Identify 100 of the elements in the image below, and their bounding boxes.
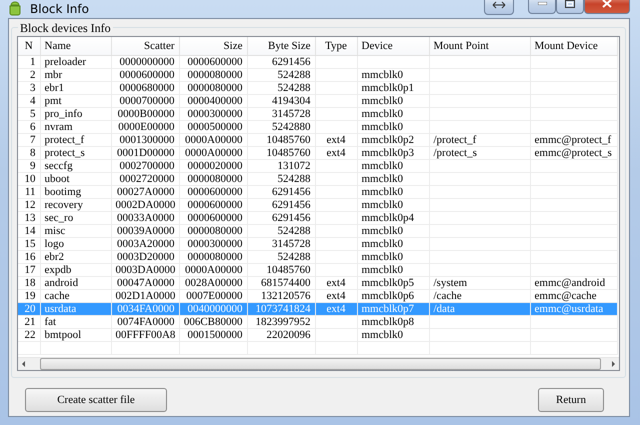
table-row[interactable]: 16 ebr2 0003D20000 0000080000 524288 mmcblk0 <box>18 250 617 264</box>
column-header[interactable]: Byte Size <box>247 37 315 56</box>
column-header[interactable]: N <box>18 37 40 56</box>
table-cell: 0000600000 <box>179 212 247 224</box>
table-cell: 10485760 <box>247 134 315 146</box>
table-cell: 17 <box>18 264 40 276</box>
table-row[interactable]: 5 pro_info 0000B00000 0000300000 3145728 mmcblk0 <box>18 108 617 120</box>
table-cell: 9 <box>18 160 40 172</box>
return-button[interactable]: Return <box>538 388 604 412</box>
table-cell: 0000300000 <box>179 108 247 120</box>
table-cell: 16 <box>18 250 40 264</box>
table-cell: 6291456 <box>247 198 315 212</box>
column-header[interactable]: Device <box>357 37 429 56</box>
table-row[interactable]: 22 bmtpool 00FFFF00A8 0001500000 22020096 mmcblk0 <box>18 328 617 342</box>
table-row[interactable]: 12 recovery 0002DA0000 0000600000 6291456 mmcblk0 <box>18 198 617 212</box>
table-cell: mmcblk0 <box>357 172 429 186</box>
table-cell: 21 <box>18 316 40 328</box>
table-cell: ext4 <box>315 146 357 160</box>
table-cell: 0000080000 <box>179 82 247 94</box>
table-row[interactable]: 14 misc 00039A0000 0000080000 524288 mmcblk0 <box>18 224 617 238</box>
table-cell: mmcblk0 <box>357 108 429 120</box>
table-cell: mmcblk0 <box>357 238 429 250</box>
table-cell: protect_s <box>40 146 111 160</box>
table-cell: 006CB80000 <box>179 316 247 328</box>
table-cell: 3145728 <box>247 238 315 250</box>
table-cell: mbr <box>40 68 111 82</box>
table-row[interactable]: 18 android 00047A0000 0028A00000 681574400 ext4 mmcblk0p5 /system emmc@android <box>18 276 617 290</box>
table-cell: 0000080000 <box>179 172 247 186</box>
table-cell: mmcblk0 <box>357 160 429 172</box>
double-arrow-icon <box>492 1 506 9</box>
table-cell: mmcblk0 <box>357 186 429 198</box>
table-cell: /protect_s <box>429 146 530 160</box>
table-row[interactable]: 2 mbr 0000600000 0000080000 524288 mmcblk0 <box>18 68 617 82</box>
table-row[interactable]: 10 uboot 0002720000 0000080000 524288 mmcblk0 <box>18 172 617 186</box>
table-cell: 0028A00000 <box>179 276 247 290</box>
table-cell: 0040000000 <box>179 302 247 316</box>
table-cell: 20 <box>18 302 40 316</box>
table-row[interactable]: 13 sec_ro 00033A0000 0000600000 6291456 mmcblk0p4 <box>18 212 617 224</box>
table-cell: 2 <box>18 68 40 82</box>
table-row[interactable]: 6 nvram 0000E00000 0000500000 5242880 mmcblk0 <box>18 120 617 134</box>
table-cell: 0002DA0000 <box>111 198 179 212</box>
table-cell: 5 <box>18 108 40 120</box>
table-row[interactable]: 11 bootimg 00027A0000 0000600000 6291456 mmcblk0 <box>18 186 617 198</box>
table-cell: 681574400 <box>247 276 315 290</box>
table-cell: 524288 <box>247 68 315 82</box>
table-row[interactable]: 9 seccfg 0002700000 0000020000 131072 mmcblk0 <box>18 160 617 172</box>
table-row[interactable]: 8 protect_s 0001D00000 0000A00000 10485760 ext4 mmcblk0p3 /protect_s emmc@protect_s <box>18 146 617 160</box>
table-cell: 524288 <box>247 82 315 94</box>
table-cell: sec_ro <box>40 212 111 224</box>
table-cell: mmcblk0p3 <box>357 146 429 160</box>
table-cell: 4 <box>18 94 40 108</box>
column-header[interactable]: Type <box>315 37 357 56</box>
maximize-icon <box>565 0 575 8</box>
table-cell: 6291456 <box>247 186 315 198</box>
table-cell: 6291456 <box>247 56 315 68</box>
column-header[interactable]: Mount Device <box>530 37 617 56</box>
table-cell: 0000080000 <box>179 68 247 82</box>
table-cell: mmcblk0 <box>357 224 429 238</box>
table-cell: 10485760 <box>247 146 315 160</box>
table-cell: 5242880 <box>247 120 315 134</box>
minimize-button[interactable] <box>528 0 556 14</box>
close-button[interactable] <box>584 0 630 14</box>
table-cell: 22 <box>18 328 40 342</box>
table-cell: 0000500000 <box>179 120 247 134</box>
table-row[interactable]: 4 pmt 0000700000 0000400000 4194304 mmcblk0 <box>18 94 617 108</box>
table-cell: uboot <box>40 172 111 186</box>
minimize-icon <box>538 2 546 5</box>
app-icon <box>8 1 22 17</box>
table-cell: 0003DA0000 <box>111 264 179 276</box>
column-header[interactable]: Name <box>40 37 111 56</box>
maximize-button[interactable] <box>556 0 584 14</box>
table-cell: 0000680000 <box>111 82 179 94</box>
column-header[interactable]: Size <box>179 37 247 56</box>
table-cell: 6291456 <box>247 212 315 224</box>
table-row[interactable]: 7 protect_f 0001300000 0000A00000 10485760 ext4 mmcblk0p2 /protect_f emmc@protect_f <box>18 134 617 146</box>
resize-button[interactable] <box>484 0 514 15</box>
table-row[interactable]: 3 ebr1 0000680000 0000080000 524288 mmcblk0p1 <box>18 82 617 94</box>
create-button[interactable]: Create scatter file <box>25 388 167 412</box>
table-cell: seccfg <box>40 160 111 172</box>
table-row[interactable]: 21 fat 0074FA0000 006CB80000 1823997952 mmcblk0p8 <box>18 316 617 328</box>
table-cell: 00FFFF00A8 <box>111 328 179 342</box>
table-cell: 0074FA0000 <box>111 316 179 328</box>
table-cell: usrdata <box>40 302 111 316</box>
table-cell: android <box>40 276 111 290</box>
table-cell: mmcblk0 <box>357 328 429 342</box>
table-cell: recovery <box>40 198 111 212</box>
table-cell: 00027A0000 <box>111 186 179 198</box>
column-header[interactable]: Scatter <box>111 37 179 56</box>
window-title: Block Info <box>30 2 89 16</box>
column-header[interactable]: Mount Point <box>429 37 530 56</box>
table-row[interactable]: 1 preloader 0000000000 0000600000 6291456 <box>18 56 617 68</box>
table-row[interactable]: 17 expdb 0003DA0000 0000A00000 10485760 mmcblk0 <box>18 264 617 276</box>
table-cell: /protect_f <box>429 134 530 146</box>
table-row[interactable]: 15 logo 0003A20000 0000300000 3145728 mmcblk0 <box>18 238 617 250</box>
table-cell: 524288 <box>247 224 315 238</box>
table-cell: 0000300000 <box>179 238 247 250</box>
table-cell: 0000020000 <box>179 160 247 172</box>
table-cell: expdb <box>40 264 111 276</box>
table-cell: 524288 <box>247 172 315 186</box>
table-cell: 00047A0000 <box>111 276 179 290</box>
